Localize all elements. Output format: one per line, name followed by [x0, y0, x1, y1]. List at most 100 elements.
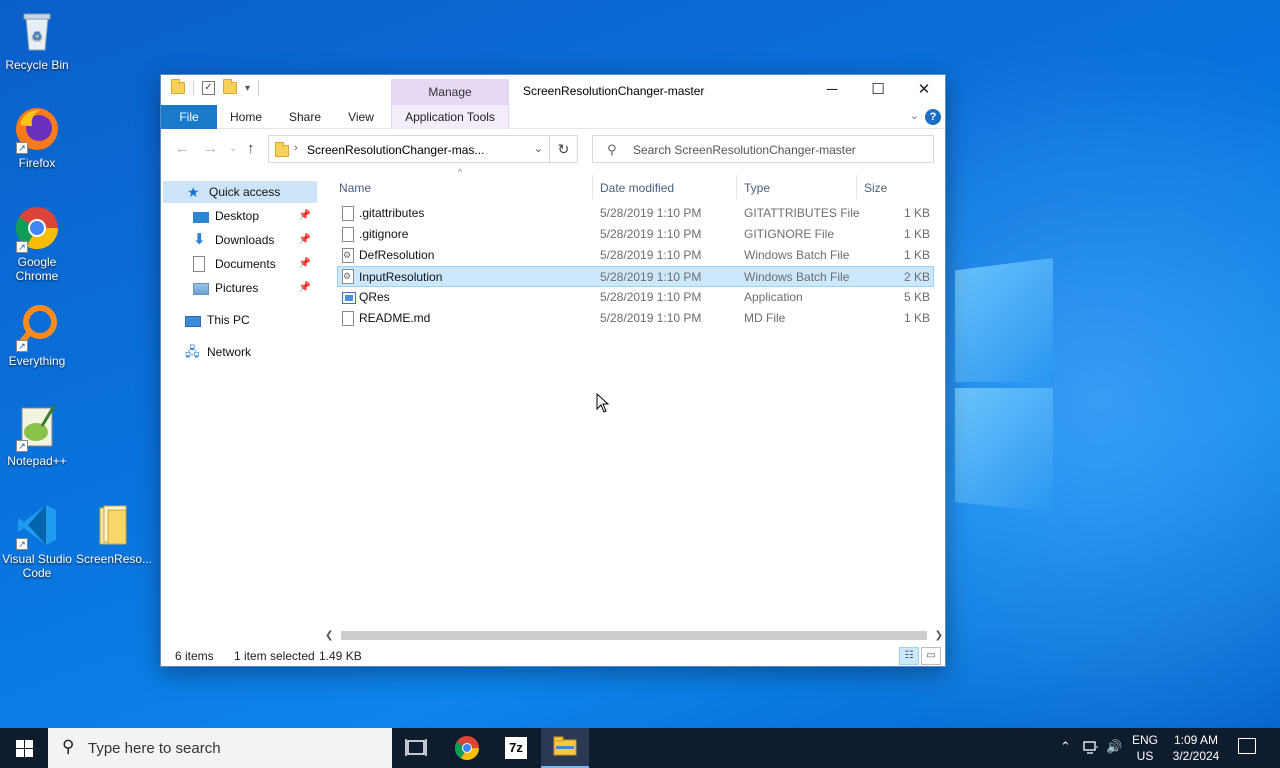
navigation-bar: ← → ⌄ ↑ › ScreenResolutionChanger-mas...… [161, 131, 945, 167]
table-row[interactable]: .gitattributes 5/28/2019 1:10 PM GITATTR… [337, 203, 934, 224]
scroll-right-arrow-icon[interactable]: ❯ [935, 627, 943, 644]
close-button[interactable]: ✕ [901, 75, 947, 105]
table-row[interactable]: .gitignore 5/28/2019 1:10 PM GITIGNORE F… [337, 224, 934, 245]
clock-date: 3/2/2024 [1172, 749, 1220, 763]
column-header-type[interactable]: Type [744, 177, 770, 199]
large-icons-view-icon[interactable]: ▭ [921, 647, 941, 665]
desktop-icon-everything[interactable]: ↗ Everything [0, 304, 74, 368]
expand-ribbon-chevron-icon[interactable]: ⌄ [910, 109, 919, 122]
nav-item-this-pc[interactable]: This PC [163, 309, 317, 331]
chrome-icon [454, 736, 479, 761]
desktop-icon-firefox[interactable]: ↗ Firefox [0, 106, 74, 170]
file-type: Windows Batch File [744, 248, 850, 262]
breadcrumb-separator-icon[interactable]: › [294, 142, 298, 154]
address-bar[interactable]: › ScreenResolutionChanger-mas... ⌄ [268, 135, 550, 163]
table-row[interactable]: QRes 5/28/2019 1:10 PM Application 5 KB [337, 287, 934, 308]
pin-icon[interactable]: 📌 [299, 277, 311, 299]
file-name: QRes [359, 290, 390, 304]
table-row[interactable]: README.md 5/28/2019 1:10 PM MD File 1 KB [337, 308, 934, 329]
divider [258, 81, 260, 95]
tab-share[interactable]: Share [281, 105, 329, 129]
pin-icon[interactable]: 📌 [299, 253, 311, 275]
notification-center-icon[interactable] [1238, 738, 1256, 754]
help-icon[interactable]: ? [925, 109, 941, 125]
input-language-indicator[interactable]: ENG US [1132, 732, 1158, 764]
clock-time: 1:09 AM [1173, 733, 1219, 747]
desktop-icon-recycle-bin[interactable]: ♻ Recycle Bin [0, 8, 74, 72]
column-divider[interactable] [592, 175, 593, 199]
volume-icon[interactable]: 🔊 [1106, 739, 1122, 755]
address-dropdown-icon[interactable]: ⌄ [534, 142, 543, 155]
column-header-date[interactable]: Date modified [600, 177, 674, 199]
properties-icon[interactable]: ✓ [202, 81, 215, 95]
column-header-name[interactable]: Name [339, 177, 371, 199]
file-explorer-icon [553, 736, 577, 756]
desktop-icon-label: Recycle Bin [5, 58, 69, 72]
column-divider[interactable] [856, 175, 857, 199]
minimize-button[interactable]: ─ [809, 75, 855, 105]
language-code: ENG [1132, 733, 1159, 747]
tab-view[interactable]: View [339, 105, 383, 129]
file-type: GITIGNORE File [744, 227, 835, 241]
taskbar-clock[interactable]: 1:09 AM 3/2/2024 [1168, 732, 1224, 764]
file-name: README.md [359, 311, 431, 325]
new-folder-icon[interactable] [223, 79, 237, 94]
file-type: Application [744, 290, 803, 304]
desktop-icon-notepadpp[interactable]: ↗ Notepad++ [0, 404, 74, 468]
nav-item-pictures[interactable]: Pictures 📌 [163, 277, 317, 299]
desktop-icon-vscode[interactable]: ↗ Visual Studio Code [0, 502, 74, 580]
taskbar-search-input[interactable]: ⚲ Type here to search [48, 728, 392, 768]
scroll-left-arrow-icon[interactable]: ❮ [325, 627, 333, 644]
task-view-button[interactable] [392, 728, 440, 768]
customize-toolbar-chevron-icon[interactable]: ▾ [245, 83, 250, 94]
taskbar-file-explorer-button[interactable] [541, 728, 589, 768]
forward-arrow-icon[interactable]: → [203, 140, 218, 157]
file-size: 1 KB [903, 227, 930, 241]
taskbar-chrome-button[interactable] [443, 728, 491, 768]
horizontal-scrollbar[interactable]: ❮ ❯ [323, 627, 945, 644]
back-arrow-icon[interactable]: ← [175, 140, 190, 157]
scrollbar-thumb[interactable] [341, 631, 927, 640]
nav-label: Network [207, 345, 252, 359]
up-arrow-icon[interactable]: ↑ [247, 140, 255, 157]
network-status-icon[interactable] [1083, 739, 1099, 758]
nav-item-network[interactable]: 🖧 Network [163, 341, 317, 363]
pin-icon[interactable]: 📌 [299, 205, 311, 227]
tab-application-tools[interactable]: Application Tools [391, 105, 509, 129]
nav-label: Documents [215, 257, 276, 271]
recent-locations-chevron-icon[interactable]: ⌄ [229, 143, 237, 154]
manage-contextual-tab[interactable]: Manage [391, 79, 509, 105]
nav-item-desktop[interactable]: Desktop 📌 [163, 205, 317, 227]
search-input[interactable]: ⚲ Search ScreenResolutionChanger-master [592, 135, 934, 163]
tab-file[interactable]: File [161, 105, 217, 129]
file-name: InputResolution [359, 270, 443, 284]
column-header-size[interactable]: Size [864, 177, 887, 199]
firefox-icon: ↗ [14, 106, 60, 154]
start-button[interactable] [0, 728, 48, 768]
column-divider[interactable] [736, 175, 737, 199]
details-view-icon[interactable]: ☷ [899, 647, 919, 665]
taskbar-7zip-button[interactable]: 7z [492, 728, 540, 768]
file-explorer-window[interactable]: ✓ ▾ Manage ScreenResolutionChanger-maste… [160, 74, 946, 667]
refresh-button[interactable]: ↻ [550, 135, 578, 163]
maximize-button[interactable]: ☐ [855, 75, 901, 105]
address-path[interactable]: ScreenResolutionChanger-mas... [307, 143, 484, 157]
file-date: 5/28/2019 1:10 PM [600, 227, 702, 241]
shortcut-arrow-icon: ↗ [16, 340, 28, 352]
file-date: 5/28/2019 1:10 PM [600, 290, 702, 304]
nav-item-downloads[interactable]: ⬇ Downloads 📌 [163, 229, 317, 251]
show-hidden-icons-chevron-icon[interactable]: ⌃ [1060, 739, 1071, 755]
table-row-selected[interactable]: InputResolution 5/28/2019 1:10 PM Window… [337, 266, 934, 287]
tab-home[interactable]: Home [223, 105, 269, 129]
pin-icon[interactable]: 📌 [299, 229, 311, 251]
table-row[interactable]: DefResolution 5/28/2019 1:10 PM Windows … [337, 245, 934, 266]
navigation-pane: ★ Quick access Desktop 📌 ⬇ Downloads 📌 D… [161, 167, 319, 637]
desktop-icon-screenreso-folder[interactable]: ScreenReso... [76, 502, 152, 566]
nav-item-documents[interactable]: Documents 📌 [163, 253, 317, 275]
file-size: 1 KB [903, 206, 930, 220]
nav-item-quick-access[interactable]: ★ Quick access [163, 181, 317, 203]
title-bar[interactable]: ✓ ▾ Manage ScreenResolutionChanger-maste… [161, 75, 945, 105]
nav-label: Quick access [209, 185, 281, 199]
item-count: 6 items [175, 649, 214, 663]
desktop-icon-chrome[interactable]: ↗ Google Chrome [0, 205, 74, 283]
